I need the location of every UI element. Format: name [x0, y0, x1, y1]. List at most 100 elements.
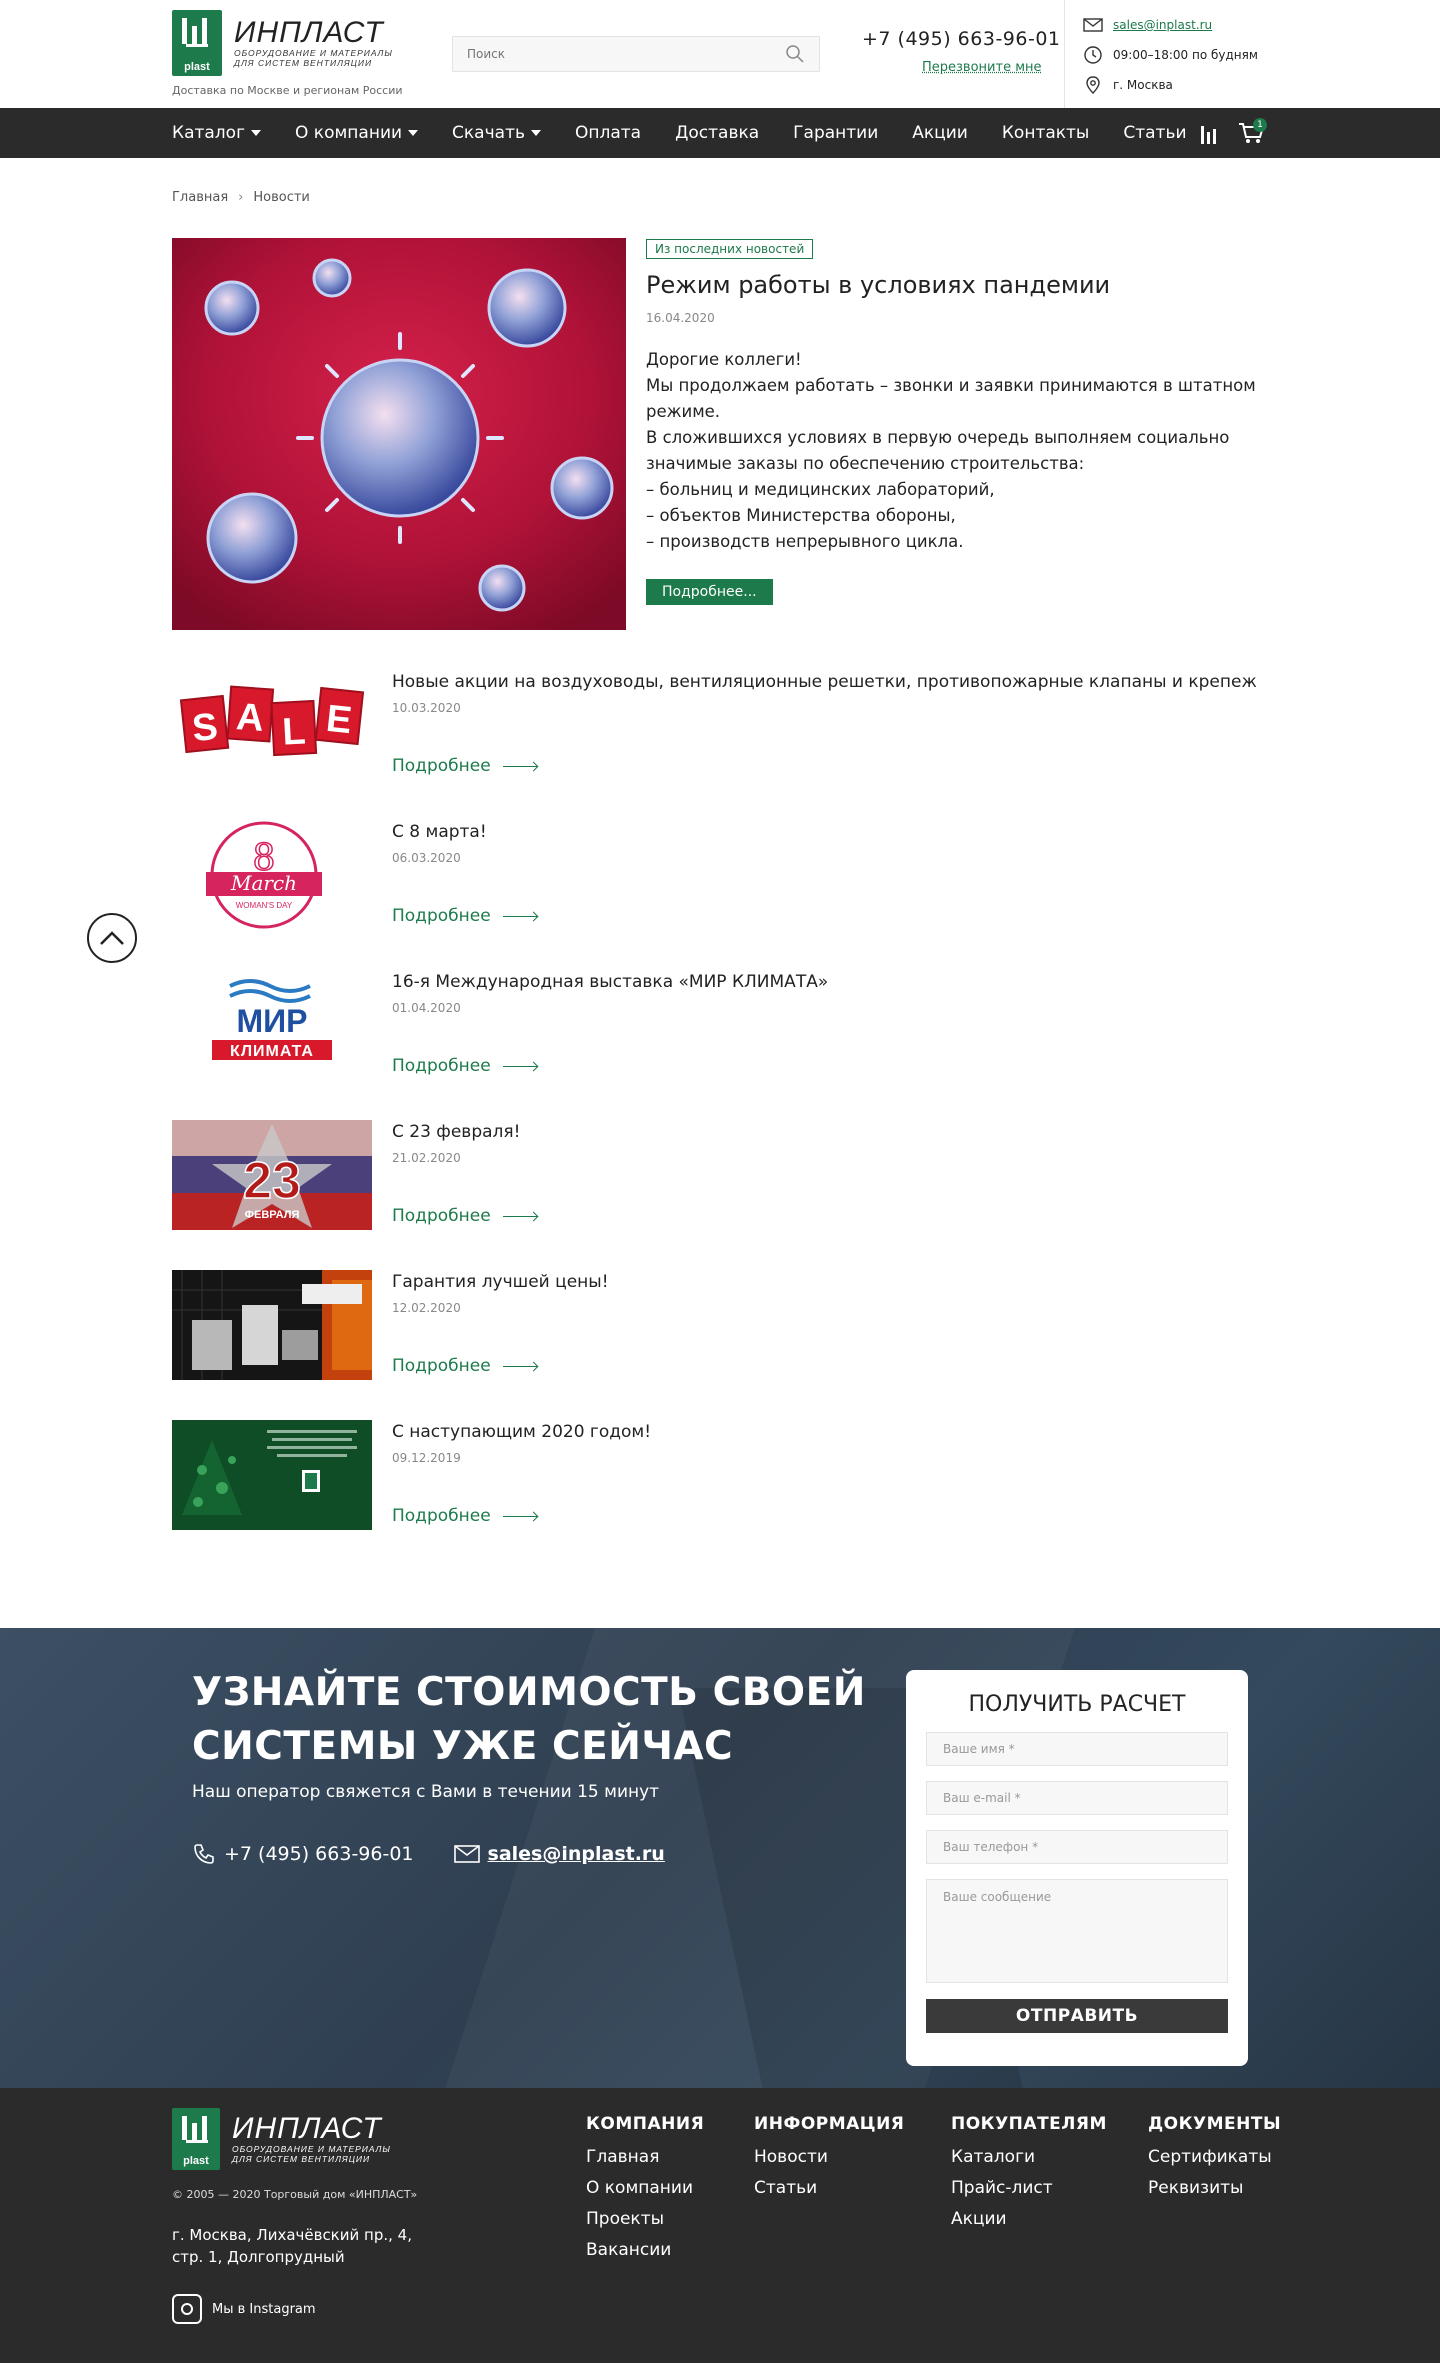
footer-link[interactable]: О компании: [586, 2173, 704, 2204]
footer-column-company: КОМПАНИЯ Главная О компании Проекты Вака…: [586, 2114, 704, 2266]
featured-date: 16.04.2020: [646, 311, 715, 325]
cart-count-badge: 1: [1253, 118, 1267, 132]
name-field[interactable]: Ваше имя *: [926, 1732, 1228, 1766]
list-item: С наступающим 2020 годом! 09.12.2019 Под…: [172, 1420, 1268, 1530]
news-more-link[interactable]: Подробнее: [392, 756, 537, 776]
featured-tag: Из последних новостей: [646, 239, 814, 259]
sale-letter-e: E: [324, 698, 354, 742]
news-title[interactable]: Новые акции на воздуховоды, вентиляционн…: [392, 670, 1262, 695]
news-thumbnail-sale[interactable]: S A L E: [172, 670, 372, 780]
footer-column-customers: ПОКУПАТЕЛЯМ Каталоги Прайс-лист Акции: [951, 2114, 1107, 2235]
womans-day-text: WOMAN'S DAY: [236, 901, 293, 910]
search-box: [452, 36, 820, 72]
logo-name: ИНПЛАСТ: [232, 2112, 382, 2145]
nav-item-delivery[interactable]: Доставка: [675, 123, 759, 143]
phone-icon: [194, 1844, 214, 1864]
footer-link[interactable]: Каталоги: [951, 2142, 1107, 2173]
climate-word-klimata: КЛИМАТА: [230, 1043, 314, 1060]
footer-link[interactable]: Акции: [951, 2204, 1107, 2235]
nav-item-guarantees[interactable]: Гарантии: [793, 123, 878, 143]
footer-column-information: ИНФОРМАЦИЯ Новости Статьи: [754, 2114, 904, 2204]
news-more-link[interactable]: Подробнее: [392, 1356, 537, 1376]
compare-icon[interactable]: [1200, 122, 1218, 144]
footer-link[interactable]: Реквизиты: [1148, 2173, 1281, 2204]
search-input[interactable]: [467, 47, 785, 61]
message-field[interactable]: Ваше сообщение: [926, 1879, 1228, 1983]
nav-item-payment[interactable]: Оплата: [575, 123, 641, 143]
nav-item-download[interactable]: Скачать: [452, 123, 541, 143]
logo-subline-2: ДЛЯ СИСТЕМ ВЕНТИЛЯЦИИ: [234, 58, 373, 68]
logo-subline-1: ОБОРУДОВАНИЕ И МАТЕРИАЛЫ: [232, 2144, 391, 2154]
nav-item-articles[interactable]: Статьи: [1123, 123, 1186, 143]
copyright: © 2005 — 2020 Торговый дом «ИНПЛАСТ»: [172, 2188, 418, 2201]
footer-link[interactable]: Статьи: [754, 2173, 904, 2204]
mail-icon: [453, 1845, 480, 1863]
breadcrumb-home[interactable]: Главная: [172, 190, 228, 205]
featured-text: Дорогие коллеги! Мы продолжаем работать …: [646, 350, 1256, 551]
featured-title[interactable]: Режим работы в условиях пандемии: [646, 271, 1268, 299]
search-icon[interactable]: [785, 44, 805, 64]
news-title[interactable]: 16-я Международная выставка «МИР КЛИМАТА…: [392, 970, 1262, 995]
logo-mark: plast: [172, 2108, 220, 2170]
footer-link[interactable]: Новости: [754, 2142, 904, 2173]
news-more-link[interactable]: Подробнее: [392, 1506, 537, 1526]
footer-column-documents: ДОКУМЕНТЫ Сертификаты Реквизиты: [1148, 2114, 1281, 2204]
news-thumbnail-feb23[interactable]: 23 ФЕВРАЛЯ: [172, 1120, 372, 1230]
news-title[interactable]: С 23 февраля!: [392, 1120, 1262, 1145]
footer-link[interactable]: Проекты: [586, 2204, 704, 2235]
footer-link[interactable]: Сертификаты: [1148, 2142, 1281, 2173]
news-title[interactable]: Гарантия лучшей цены!: [392, 1270, 1262, 1295]
footer-link[interactable]: Вакансии: [586, 2235, 704, 2266]
footer-link[interactable]: Главная: [586, 2142, 704, 2173]
news-title[interactable]: С наступающим 2020 годом!: [392, 1420, 1262, 1445]
header-phone[interactable]: +7 (495) 663-96-01: [862, 28, 1061, 50]
featured-image[interactable]: [172, 238, 626, 630]
cta-subtitle: Наш оператор свяжется с Вами в течении 1…: [192, 1782, 660, 1802]
logo-badge: plast: [183, 2155, 209, 2167]
city: г. Москва: [1113, 78, 1173, 92]
form-title: ПОЛУЧИТЬ РАСЧЕТ: [968, 1692, 1186, 1717]
phone-field[interactable]: Ваш телефон *: [926, 1830, 1228, 1864]
arrow-right-icon: [502, 1065, 537, 1067]
scroll-to-top-button[interactable]: [87, 913, 137, 963]
news-date: 01.04.2020: [392, 1001, 461, 1015]
news-more-link[interactable]: Подробнее: [392, 906, 537, 926]
instagram-link[interactable]: Мы в Instagram: [172, 2294, 316, 2324]
chevron-up-icon: [100, 931, 124, 945]
logo-badge: plast: [184, 61, 210, 73]
news-more-link[interactable]: Подробнее: [392, 1056, 537, 1076]
news-thumbnail-climate[interactable]: МИР КЛИМАТА: [172, 970, 372, 1080]
list-item: МИР КЛИМАТА 16-я Международная выставка …: [172, 970, 1268, 1080]
header-email[interactable]: sales@inplast.ru: [1113, 18, 1212, 32]
featured-more-button[interactable]: Подробнее...: [646, 579, 773, 605]
arrow-right-icon: [502, 1365, 537, 1367]
news-date: 09.12.2019: [392, 1451, 461, 1465]
submit-button[interactable]: ОТПРАВИТЬ: [926, 1999, 1228, 2033]
footer-logo[interactable]: plast ИНПЛАСТ ОБОРУДОВАНИЕ И МАТЕРИАЛЫ Д…: [172, 2108, 391, 2170]
cta-email-link[interactable]: sales@inplast.ru: [453, 1843, 665, 1865]
climate-word-mir: МИР: [237, 1003, 308, 1039]
news-thumbnail-newyear[interactable]: [172, 1420, 372, 1530]
nav-item-promotions[interactable]: Акции: [912, 123, 968, 143]
callback-link[interactable]: Перезвоните мне: [922, 60, 1042, 75]
news-thumbnail-price[interactable]: [172, 1270, 372, 1380]
arrow-right-icon: [502, 1215, 537, 1217]
news-thumbnail-march[interactable]: 8 March WOMAN'S DAY: [172, 820, 372, 930]
nav-item-about[interactable]: О компании: [295, 123, 419, 143]
news-more-link[interactable]: Подробнее: [392, 1206, 537, 1226]
site-header: plast ИНПЛАСТ ОБОРУДОВАНИЕ И МАТЕРИАЛЫ Д…: [0, 0, 1440, 108]
mail-icon: [1083, 18, 1103, 32]
arrow-right-icon: [502, 765, 537, 767]
news-date: 06.03.2020: [392, 851, 461, 865]
news-title[interactable]: С 8 марта!: [392, 820, 1262, 845]
cta-phone-link[interactable]: +7 (495) 663-96-01: [192, 1842, 414, 1866]
email-field[interactable]: Ваш e-mail *: [926, 1781, 1228, 1815]
logo-mark: plast: [172, 10, 222, 76]
nav-item-catalog[interactable]: Каталог: [172, 123, 262, 143]
news-date: 10.03.2020: [392, 701, 461, 715]
footer-link[interactable]: Прайс-лист: [951, 2173, 1107, 2204]
sale-letter-a: A: [235, 696, 265, 740]
nav-item-contacts[interactable]: Контакты: [1002, 123, 1090, 143]
site-logo[interactable]: plast ИНПЛАСТ ОБОРУДОВАНИЕ И МАТЕРИАЛЫ Д…: [172, 10, 393, 76]
breadcrumb-current: Новости: [253, 190, 310, 205]
